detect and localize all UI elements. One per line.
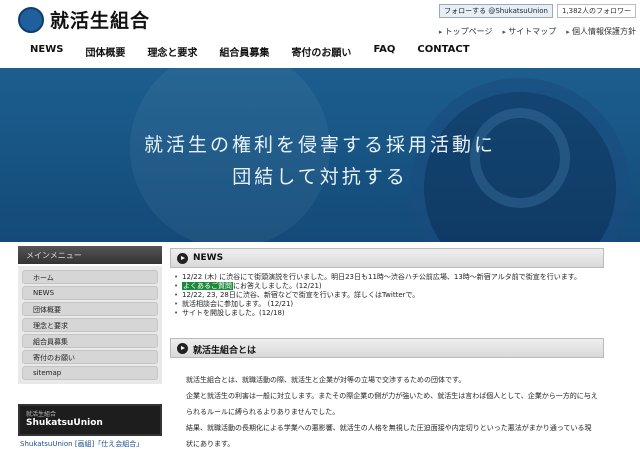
- sidebar-title: メインメニュー: [18, 246, 162, 264]
- logo-text: 就活生組合: [50, 10, 151, 32]
- nav-faq[interactable]: FAQ: [373, 44, 395, 59]
- utility-links: トップページ サイトマップ 個人情報保護方針: [439, 26, 636, 37]
- nav-philosophy[interactable]: 理念と要求: [147, 44, 197, 59]
- site-logo[interactable]: 就活生組合: [18, 6, 150, 33]
- nav-recruit[interactable]: 組合員募集: [219, 44, 269, 59]
- arrow-icon: [177, 343, 188, 354]
- link-privacy[interactable]: 個人情報保護方針: [566, 26, 636, 37]
- list-item: サイトを開設しました。(12/18): [172, 309, 604, 318]
- list-item: 12/22, 23, 28日に渋谷、新宿などで街宣を行います。詳しくはTwitt…: [172, 291, 604, 300]
- list-item: 12/22 (木) に渋谷にて街頭演説を行いました。明日23日も11時〜渋谷ハチ…: [172, 273, 604, 282]
- hero-banner: 就活生の権利を侵害する採用活動に 団結して対抗する: [0, 68, 640, 242]
- sidebar-item-news[interactable]: NEWS: [22, 286, 158, 300]
- list-item: 就活相談会に参加します。 (12/21): [172, 300, 604, 309]
- sidebar-item-sitemap[interactable]: sitemap: [22, 366, 158, 380]
- sidebar-item-philosophy[interactable]: 理念と要求: [22, 318, 158, 332]
- logo-icon: [18, 6, 44, 33]
- link-top-page[interactable]: トップページ: [439, 26, 493, 37]
- sidebar-item-home[interactable]: ホーム: [22, 270, 158, 284]
- nav-about[interactable]: 団体概要: [85, 44, 125, 59]
- banner-title: ShukatsuUnion: [26, 418, 103, 428]
- news-header: NEWS: [170, 248, 604, 268]
- nav-contact[interactable]: CONTACT: [417, 44, 469, 59]
- about-paragraph: 企業と就活生の利害は一般に対立します。またその際企業の側が力が強いため、就活生は…: [186, 392, 598, 416]
- news-list: 12/22 (木) に渋谷にて街頭演説を行いました。明日23日も11時〜渋谷ハチ…: [172, 273, 604, 318]
- about-header: 就活生組合とは: [170, 338, 604, 358]
- sidebar-item-about[interactable]: 団体概要: [22, 302, 158, 316]
- follower-count[interactable]: 1,382人のフォロワー: [556, 4, 636, 18]
- news-title: NEWS: [193, 253, 224, 263]
- sidebar-twitter-text[interactable]: ShukatsuUnion [画組]「仕え会組合」: [20, 439, 143, 449]
- hero-headline-1: 就活生の権利を侵害する採用活動に: [143, 134, 496, 156]
- arrow-icon: [177, 253, 188, 264]
- global-nav: NEWS 団体概要 理念と要求 組合員募集 寄付のお願い FAQ CONTACT: [30, 44, 470, 59]
- sidebar-banner[interactable]: 就活生組合 ShukatsuUnion: [18, 404, 162, 436]
- about-body: 就活生組合とは、就職活動の際、就活生と企業が対等の立場で交渉するための団体です。…: [186, 372, 598, 449]
- about-title: 就活生組合とは: [193, 346, 257, 356]
- about-paragraph: 就活生組合とは、就職活動の際、就活生と企業が対等の立場で交渉するための団体です。: [186, 376, 466, 384]
- hero-headline-2: 団結して対抗する: [232, 166, 408, 188]
- twitter-follow: フォローする @ShukatsuUnion 1,382人のフォロワー: [439, 4, 636, 18]
- banner-caption: 就活生組合: [26, 411, 57, 418]
- faq-link[interactable]: よくあるご質問: [182, 282, 233, 290]
- sidebar-item-recruit[interactable]: 組合員募集: [22, 334, 158, 348]
- news-item-text: にお答えしました。(12/21): [233, 282, 322, 290]
- nav-news[interactable]: NEWS: [30, 44, 63, 59]
- sidebar-menu: ホーム NEWS 団体概要 理念と要求 組合員募集 寄付のお願い sitemap: [18, 266, 162, 384]
- hero-decor-ring: [470, 108, 570, 208]
- list-item: よくあるご質問にお答えしました。(12/21): [172, 282, 604, 291]
- about-paragraph: 結果、就職活動の長期化による学業への悪影響、就活生の人格を無視した圧迫面接や内定…: [186, 424, 592, 448]
- twitter-follow-button[interactable]: フォローする @ShukatsuUnion: [439, 4, 553, 18]
- nav-donate[interactable]: 寄付のお願い: [291, 44, 351, 59]
- sidebar-item-donate[interactable]: 寄付のお願い: [22, 350, 158, 364]
- link-sitemap[interactable]: サイトマップ: [503, 26, 556, 37]
